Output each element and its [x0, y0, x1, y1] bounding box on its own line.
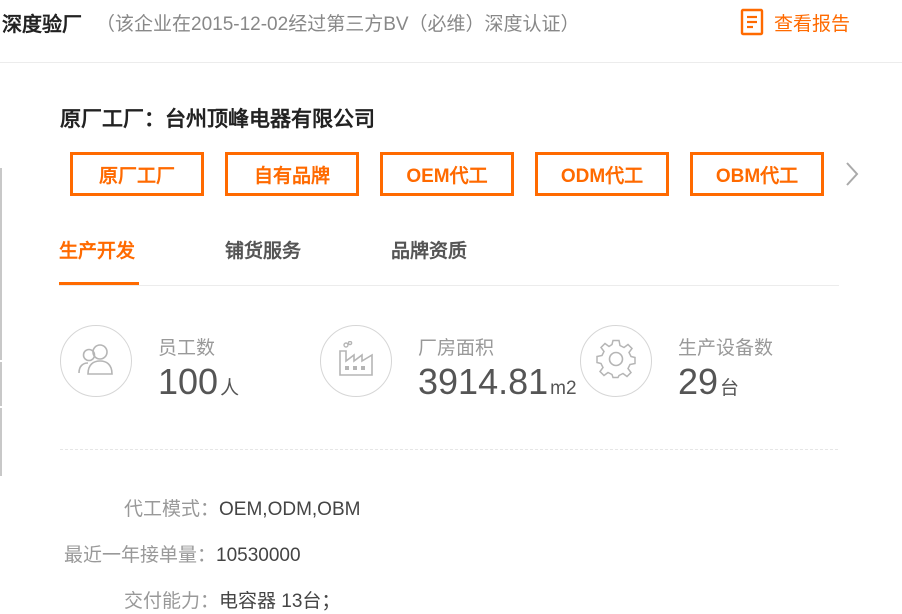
- view-report-link[interactable]: 查看报告: [740, 6, 850, 38]
- section-divider: [60, 449, 838, 450]
- detail-delivery-capacity-value: 电容器 13台；: [219, 591, 341, 612]
- detail-delivery-capacity-label: 交付能力：: [124, 591, 220, 612]
- stat-employees-icon-circle: [60, 325, 132, 397]
- stat-employees-number: 100: [158, 361, 219, 402]
- type-button-oem[interactable]: OEM代工: [380, 152, 514, 196]
- scroll-rail: [0, 168, 2, 476]
- gear-icon: [596, 339, 636, 384]
- tab-bar: 生产开发 铺货服务 品牌资质: [59, 222, 839, 286]
- stat-equipment-unit: 台: [720, 378, 740, 399]
- stat-employees-value: 100 人: [158, 361, 239, 403]
- type-button-own-brand[interactable]: 自有品牌: [225, 152, 359, 196]
- scroll-rail-gap: [0, 406, 4, 408]
- stat-equipment-value: 29 台: [678, 361, 739, 403]
- type-button-odm[interactable]: ODM代工: [535, 152, 669, 196]
- stat-factory-area-value: 3914.81 m2: [418, 361, 577, 403]
- active-tab-indicator: [59, 282, 139, 285]
- tab-distribution-service[interactable]: 铺货服务: [225, 236, 301, 263]
- tab-production-development[interactable]: 生产开发: [59, 236, 135, 263]
- type-button-obm[interactable]: OBM代工: [690, 152, 824, 196]
- detail-oem-mode-label: 代工模式：: [124, 499, 220, 520]
- report-icon: [740, 8, 766, 36]
- verification-title: 深度验厂: [2, 14, 82, 36]
- stat-factory-area-icon-circle: [320, 325, 392, 397]
- detail-delivery-capacity: 交付能力：电容器 13台；: [124, 586, 340, 613]
- type-button-original-factory[interactable]: 原厂工厂: [70, 152, 204, 196]
- detail-annual-orders-label: 最近一年接单量：: [64, 545, 217, 566]
- detail-oem-mode: 代工模式：OEM,ODM,OBM: [124, 494, 360, 521]
- chevron-right-icon: [845, 161, 859, 192]
- stat-factory-area-number: 3914.81: [418, 361, 549, 402]
- scroll-rail-gap: [0, 360, 4, 362]
- view-report-label: 查看报告: [774, 13, 851, 35]
- verification-header: 深度验厂 （该企业在2015-12-02经过第三方BV（必维）深度认证） 查看报…: [0, 0, 902, 63]
- stat-equipment-icon-circle: [580, 325, 652, 397]
- detail-oem-mode-value: OEM,ODM,OBM: [219, 499, 361, 520]
- factory-name: 原厂工厂：台州顶峰电器有限公司: [60, 108, 375, 131]
- verification-note: （该企业在2015-12-02经过第三方BV（必维）深度认证）: [96, 14, 580, 35]
- stat-equipment-label: 生产设备数: [678, 338, 774, 359]
- stat-employees-label: 员工数: [158, 338, 216, 359]
- factory-icon: [336, 340, 376, 382]
- next-arrow-button[interactable]: [838, 160, 866, 192]
- stat-factory-area-unit: m2: [550, 378, 577, 399]
- tab-brand-qualification[interactable]: 品牌资质: [391, 236, 467, 263]
- stat-factory-area-label: 厂房面积: [418, 338, 495, 359]
- detail-annual-orders-value: 10530000: [216, 545, 301, 566]
- detail-annual-orders: 最近一年接单量：10530000: [64, 540, 301, 567]
- stat-employees-unit: 人: [220, 378, 240, 399]
- stat-equipment-number: 29: [678, 361, 719, 402]
- people-icon: [76, 342, 116, 381]
